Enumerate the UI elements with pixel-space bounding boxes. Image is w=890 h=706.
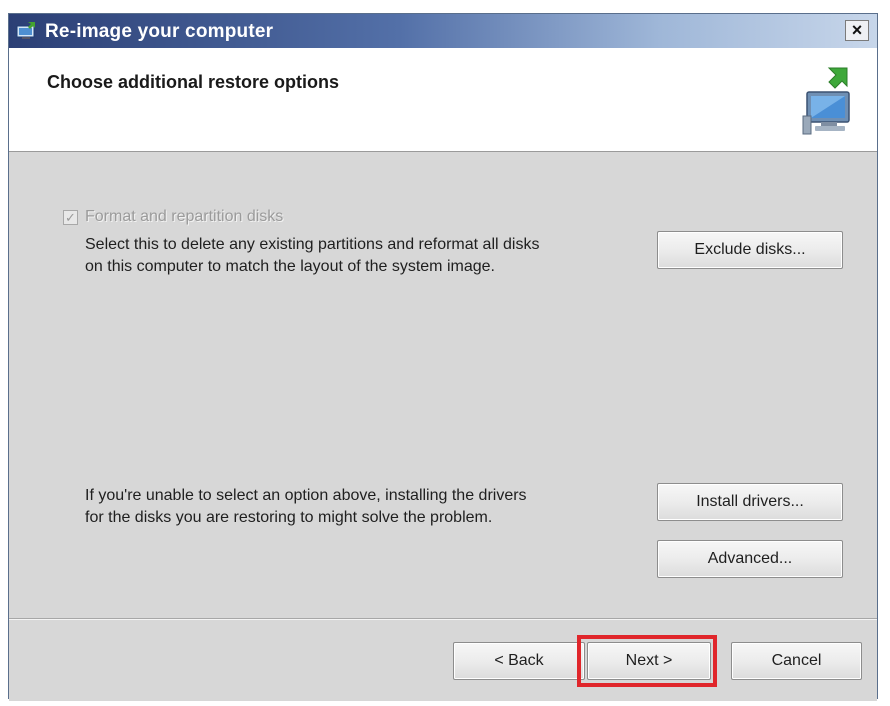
format-repartition-label: Format and repartition disks [85, 208, 284, 225]
advanced-button[interactable]: Advanced... [657, 540, 843, 578]
reimage-computer-icon [15, 20, 39, 42]
format-repartition-checkbox[interactable]: ✓ [63, 209, 78, 225]
format-repartition-option: ✓ Format and repartition disks [63, 207, 283, 227]
install-drivers-button[interactable]: Install drivers... [657, 483, 843, 521]
computer-restore-icon [799, 64, 861, 138]
drivers-note-line: If you're unable to select an option abo… [85, 487, 527, 504]
format-description-line: on this computer to match the layout of … [85, 258, 495, 275]
format-description-line: Select this to delete any existing parti… [85, 236, 540, 253]
wizard-header: Choose additional restore options [9, 48, 877, 152]
wizard-footer: < Back Next > Cancel [9, 618, 877, 701]
format-description: Select this to delete any existing parti… [85, 234, 645, 278]
back-button[interactable]: < Back [453, 642, 585, 680]
drivers-note-line: for the disks you are restoring to might… [85, 509, 493, 526]
cancel-button[interactable]: Cancel [731, 642, 862, 680]
options-panel: ✓ Format and repartition disks Select th… [9, 152, 877, 618]
next-button[interactable]: Next > [587, 642, 711, 680]
title-bar[interactable]: Re-image your computer × [9, 14, 877, 48]
window-title: Re-image your computer [45, 21, 274, 42]
reimage-dialog: Re-image your computer × Choose addition… [8, 13, 878, 701]
page-title: Choose additional restore options [47, 72, 340, 92]
drivers-note: If you're unable to select an option abo… [85, 485, 645, 529]
exclude-disks-button[interactable]: Exclude disks... [657, 231, 843, 269]
close-button[interactable]: × [845, 20, 869, 41]
